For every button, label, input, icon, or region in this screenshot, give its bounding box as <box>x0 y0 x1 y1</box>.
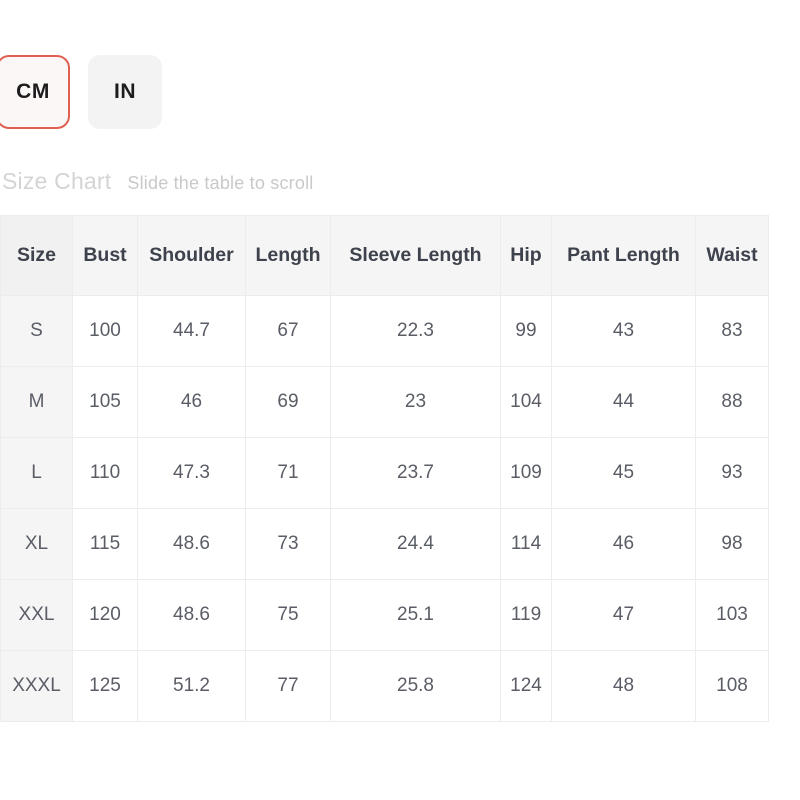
cell-length: 67 <box>245 295 331 367</box>
cell-shoulder: 48.6 <box>137 579 246 651</box>
cell-length: 73 <box>245 508 331 580</box>
unit-button-cm[interactable]: CM <box>0 55 70 129</box>
cell-pant-length: 47 <box>551 579 696 651</box>
size-chart-caption: Size Chart Slide the table to scroll <box>2 168 313 195</box>
cell-shoulder: 51.2 <box>137 650 246 722</box>
cell-hip: 119 <box>500 579 552 651</box>
column-header-pant-length: Pant Length <box>551 215 696 296</box>
cell-length: 69 <box>245 366 331 438</box>
cell-shoulder: 48.6 <box>137 508 246 580</box>
cell-hip: 104 <box>500 366 552 438</box>
cell-pant-length: 48 <box>551 650 696 722</box>
size-table-scroll-container[interactable]: Size Bust Shoulder Length Sleeve Length … <box>0 215 800 727</box>
cell-shoulder: 44.7 <box>137 295 246 367</box>
cell-sleeve-length: 25.8 <box>330 650 501 722</box>
size-chart-table: Size Bust Shoulder Length Sleeve Length … <box>0 215 769 722</box>
cell-length: 71 <box>245 437 331 509</box>
cell-size: XXL <box>0 579 73 651</box>
table-row: XL 115 48.6 73 24.4 114 46 98 <box>0 508 769 580</box>
cell-sleeve-length: 23.7 <box>330 437 501 509</box>
column-header-hip: Hip <box>500 215 552 296</box>
cell-bust: 115 <box>72 508 138 580</box>
table-header-row: Size Bust Shoulder Length Sleeve Length … <box>0 215 769 296</box>
cell-hip: 109 <box>500 437 552 509</box>
column-header-bust: Bust <box>72 215 138 296</box>
table-row: XXXL 125 51.2 77 25.8 124 48 108 <box>0 650 769 722</box>
cell-waist: 103 <box>695 579 769 651</box>
cell-hip: 114 <box>500 508 552 580</box>
page-title: Size Chart <box>2 168 112 194</box>
column-header-size: Size <box>0 215 73 296</box>
cell-size: XL <box>0 508 73 580</box>
cell-length: 77 <box>245 650 331 722</box>
cell-pant-length: 45 <box>551 437 696 509</box>
cell-pant-length: 43 <box>551 295 696 367</box>
cell-size: XXXL <box>0 650 73 722</box>
cell-waist: 108 <box>695 650 769 722</box>
table-row: XXL 120 48.6 75 25.1 119 47 103 <box>0 579 769 651</box>
cell-bust: 120 <box>72 579 138 651</box>
table-row: S 100 44.7 67 22.3 99 43 83 <box>0 295 769 367</box>
unit-toggle-group: CM IN <box>0 55 162 129</box>
cell-length: 75 <box>245 579 331 651</box>
cell-bust: 105 <box>72 366 138 438</box>
cell-sleeve-length: 25.1 <box>330 579 501 651</box>
size-table-header: Size Bust Shoulder Length Sleeve Length … <box>0 215 769 296</box>
cell-waist: 88 <box>695 366 769 438</box>
cell-shoulder: 46 <box>137 366 246 438</box>
cell-waist: 98 <box>695 508 769 580</box>
cell-waist: 93 <box>695 437 769 509</box>
column-header-sleeve-length: Sleeve Length <box>330 215 501 296</box>
cell-size: M <box>0 366 73 438</box>
cell-pant-length: 44 <box>551 366 696 438</box>
cell-bust: 100 <box>72 295 138 367</box>
cell-pant-length: 46 <box>551 508 696 580</box>
table-row: L 110 47.3 71 23.7 109 45 93 <box>0 437 769 509</box>
scroll-hint-text: Slide the table to scroll <box>127 173 314 193</box>
cell-sleeve-length: 22.3 <box>330 295 501 367</box>
cell-sleeve-length: 24.4 <box>330 508 501 580</box>
cell-bust: 125 <box>72 650 138 722</box>
cell-sleeve-length: 23 <box>330 366 501 438</box>
cell-shoulder: 47.3 <box>137 437 246 509</box>
column-header-shoulder: Shoulder <box>137 215 246 296</box>
unit-button-in[interactable]: IN <box>88 55 162 129</box>
cell-hip: 124 <box>500 650 552 722</box>
size-table-body: S 100 44.7 67 22.3 99 43 83 M 105 46 69 … <box>0 295 769 722</box>
table-row: M 105 46 69 23 104 44 88 <box>0 366 769 438</box>
cell-hip: 99 <box>500 295 552 367</box>
cell-size: L <box>0 437 73 509</box>
column-header-waist: Waist <box>695 215 769 296</box>
cell-bust: 110 <box>72 437 138 509</box>
cell-waist: 83 <box>695 295 769 367</box>
cell-size: S <box>0 295 73 367</box>
column-header-length: Length <box>245 215 331 296</box>
